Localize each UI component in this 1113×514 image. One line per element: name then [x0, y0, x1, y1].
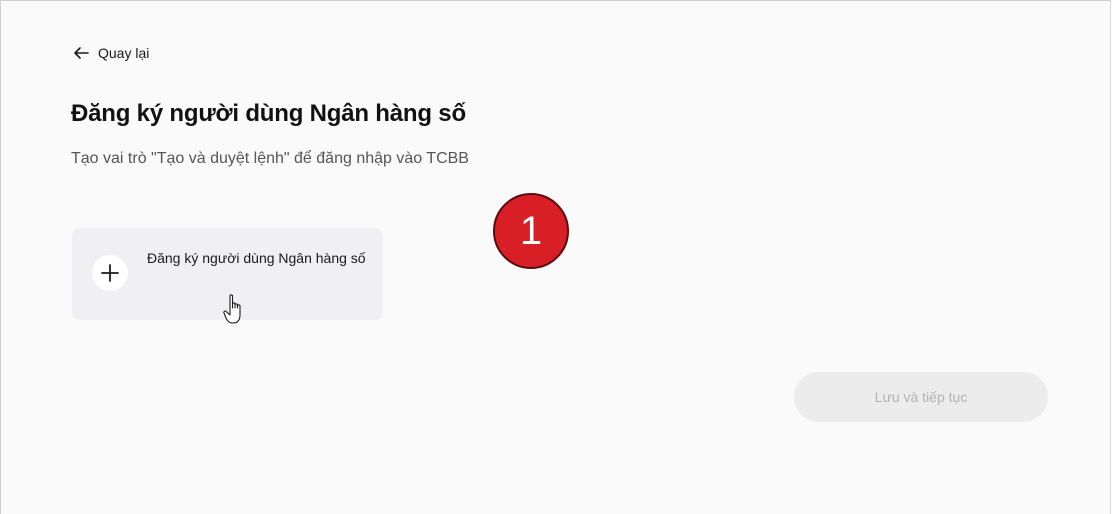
page-frame: Quay lại Đăng ký người dùng Ngân hàng số…: [0, 0, 1111, 514]
add-card-label: Đăng ký người dùng Ngân hàng số: [147, 250, 366, 266]
page-subtitle: Tạo vai trò "Tạo và duyệt lệnh" để đăng …: [71, 150, 469, 167]
back-link[interactable]: Quay lại: [72, 44, 149, 62]
page-title: Đăng ký người dùng Ngân hàng số: [71, 100, 466, 127]
plus-icon: [92, 255, 128, 291]
save-and-continue-button[interactable]: Lưu và tiếp tục: [794, 372, 1048, 422]
back-link-label: Quay lại: [98, 45, 150, 61]
step-number-badge: 1: [493, 193, 569, 269]
hand-cursor-icon: [223, 294, 241, 324]
arrow-left-icon: [74, 47, 89, 59]
